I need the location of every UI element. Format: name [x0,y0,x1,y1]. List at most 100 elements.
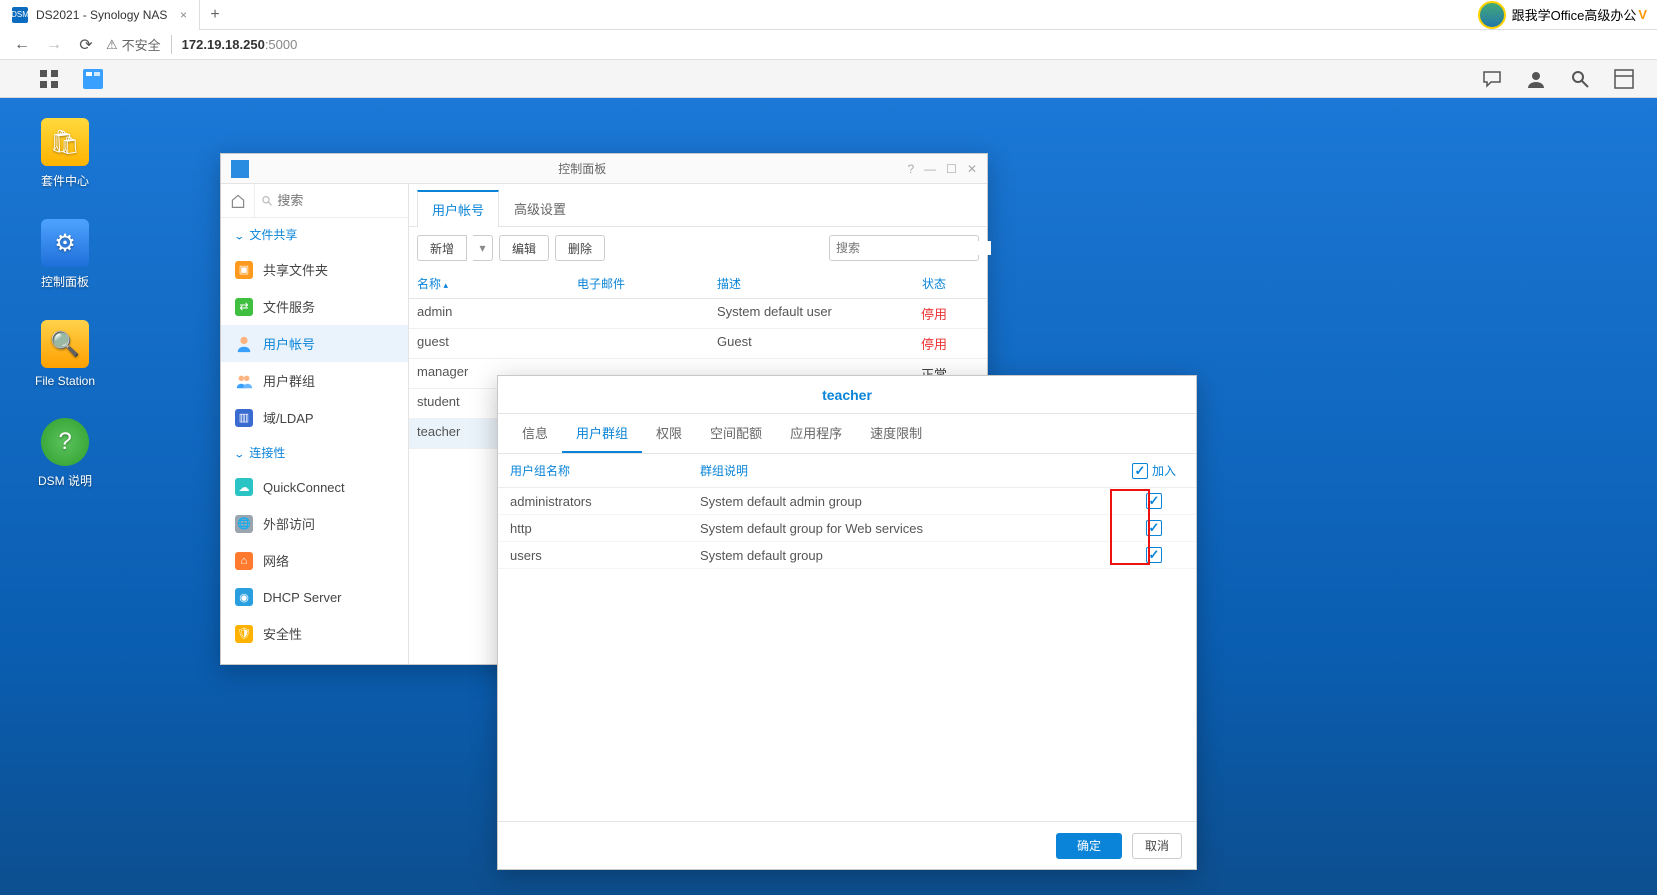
sidebar-search[interactable] [255,184,408,217]
desktop-icon-label: DSM 说明 [38,472,92,489]
desktop-icon-dsm-help[interactable]: ? DSM 说明 [30,418,100,489]
controlpanel-icon [83,69,103,89]
sidebar-search-input[interactable] [277,193,402,208]
join-checkbox[interactable] [1146,520,1162,536]
col-name[interactable]: 名称 [417,275,577,292]
group-table-header: 用户组名称 群组说明 加入 [498,454,1196,488]
ok-button[interactable]: 确定 [1056,833,1122,859]
desktop-icon-control-panel[interactable]: ⚙ 控制面板 [30,219,100,290]
desktop-icon-package-center[interactable]: 🛍 套件中心 [30,118,100,189]
nav-reload-button[interactable]: ⟳ [74,33,98,57]
dialog-tab-groups[interactable]: 用户群组 [562,414,642,453]
window-close-icon[interactable]: ✕ [967,162,977,176]
cell-desc: System default user [717,304,889,323]
sidebar-item-dhcp[interactable]: ◉DHCP Server [221,579,408,615]
grid-icon [39,69,59,89]
widgets-icon [1614,69,1634,89]
dialog-tabs: 信息 用户群组 权限 空间配额 应用程序 速度限制 [498,414,1196,454]
control-panel-icon: ⚙ [41,219,89,267]
taskbar-app-controlpanel[interactable] [78,67,108,91]
tab-title: DS2021 - Synology NAS [36,8,167,22]
col-join[interactable]: 加入 [1124,462,1184,479]
sidebar-item-domain-ldap[interactable]: ▥域/LDAP [221,399,408,436]
nav-forward-button[interactable]: → [42,33,66,57]
col-desc[interactable]: 描述 [717,275,889,292]
sidebar-item-shared-folder[interactable]: ▣共享文件夹 [221,251,408,288]
join-checkbox[interactable] [1146,547,1162,563]
url-box[interactable]: ⚠ 不安全 172.19.18.250 :5000 [106,35,1647,54]
col-group-desc[interactable]: 群组说明 [700,462,1124,479]
dialog-tab-perm[interactable]: 权限 [642,414,696,453]
taskbar-chat-button[interactable] [1477,67,1507,91]
chat-icon [1482,69,1502,89]
filter-input[interactable] [836,241,991,255]
create-button[interactable]: 新增 [417,235,467,261]
new-tab-button[interactable]: + [200,6,230,24]
user-icon [1526,69,1546,89]
sidebar-item-quickconnect[interactable]: ☁QuickConnect [221,469,408,505]
browser-tab[interactable]: DSM DS2021 - Synology NAS × [0,0,200,30]
group-table-row[interactable]: administratorsSystem default admin group [498,488,1196,515]
browser-profile[interactable]: 跟我学Office高级办公 V [1478,1,1657,29]
sidebar-item-security[interactable]: 🛡安全性 [221,615,408,652]
window-maximize-icon[interactable]: ☐ [946,162,957,176]
file-services-icon: ⇄ [235,298,253,316]
desktop-icon-label: 套件中心 [41,172,89,189]
col-status[interactable]: 状态 [889,275,979,292]
join-checkbox[interactable] [1146,493,1162,509]
window-minimize-icon[interactable]: — [924,162,936,176]
cell-group-desc: System default group [700,548,1124,563]
profile-avatar [1478,1,1506,29]
col-group-name[interactable]: 用户组名称 [510,462,700,479]
user-table-row[interactable]: adminSystem default user停用 [409,299,987,329]
dhcp-icon: ◉ [235,588,253,606]
browser-tab-bar: DSM DS2021 - Synology NAS × + 跟我学Office高… [0,0,1657,30]
nav-back-button[interactable]: ← [10,33,34,57]
tab-advanced[interactable]: 高级设置 [499,190,581,226]
desktop-icon-file-station[interactable]: 🔍 File Station [30,320,100,388]
dialog-tab-quota[interactable]: 空间配额 [696,414,776,453]
main-menu-button[interactable] [34,67,64,91]
user-table-row[interactable]: guestGuest停用 [409,329,987,359]
home-icon [230,193,246,209]
window-title-icon [231,160,249,178]
sidebar-item-external-access[interactable]: 🌐外部访问 [221,505,408,542]
sidebar-item-user[interactable]: 用户帐号 [221,325,408,362]
cell-group-name: http [510,521,700,536]
desktop-icon-label: File Station [35,374,95,388]
cancel-button[interactable]: 取消 [1132,833,1182,859]
group-table-row[interactable]: httpSystem default group for Web service… [498,515,1196,542]
dialog-body: 用户组名称 群组说明 加入 administratorsSystem defau… [498,454,1196,821]
sidebar-category-connectivity[interactable]: 连接性 [221,436,408,469]
join-all-checkbox[interactable] [1132,463,1148,479]
tab-user[interactable]: 用户帐号 [417,190,499,227]
cell-group-desc: System default admin group [700,494,1124,509]
edit-button[interactable]: 编辑 [499,235,549,261]
delete-button[interactable]: 删除 [555,235,605,261]
taskbar-search-button[interactable] [1565,67,1595,91]
cell-status: 停用 [889,334,979,353]
folder-icon: ▣ [235,261,253,279]
sidebar-item-file-services[interactable]: ⇄文件服务 [221,288,408,325]
dialog-footer: 确定 取消 [498,821,1196,869]
taskbar-widgets-button[interactable] [1609,67,1639,91]
window-help-icon[interactable]: ? [907,162,914,176]
sidebar-item-network[interactable]: ⌂网络 [221,542,408,579]
dialog-tab-info[interactable]: 信息 [508,414,562,453]
dialog-tab-speed[interactable]: 速度限制 [856,414,936,453]
sidebar-home-button[interactable] [221,184,255,217]
tab-close-icon[interactable]: × [180,8,187,22]
insecure-warning-icon: ⚠ [106,37,118,53]
cell-email [577,304,717,323]
sidebar-item-group[interactable]: 用户群组 [221,362,408,399]
col-email[interactable]: 电子邮件 [577,275,717,292]
window-titlebar[interactable]: 控制面板 ? — ☐ ✕ [221,154,987,184]
taskbar-user-button[interactable] [1521,67,1551,91]
group-table-row[interactable]: usersSystem default group [498,542,1196,569]
edit-user-dialog: teacher 信息 用户群组 权限 空间配额 应用程序 速度限制 用户组名称 … [497,375,1197,870]
create-dropdown-button[interactable]: ▾ [473,235,493,261]
sidebar-category-file-sharing[interactable]: 文件共享 [221,218,408,251]
dialog-tab-apps[interactable]: 应用程序 [776,414,856,453]
url-host: 172.19.18.250 [182,37,265,52]
filter-box[interactable] [829,235,979,261]
